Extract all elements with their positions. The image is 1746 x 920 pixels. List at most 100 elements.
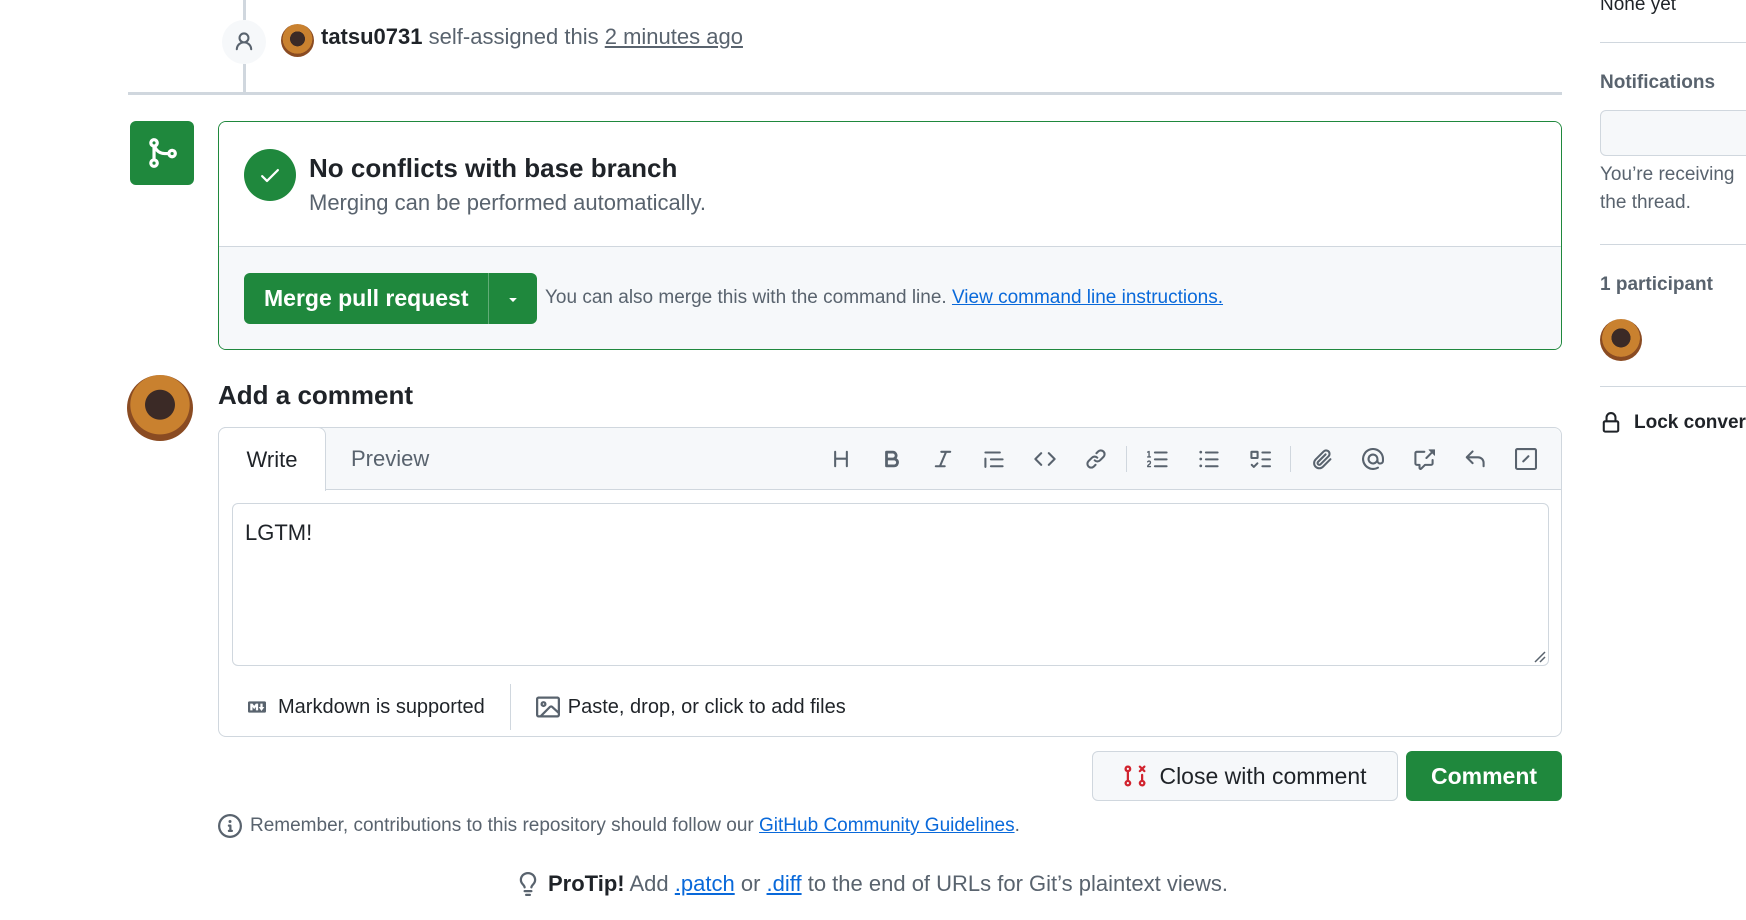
lock-icon <box>1602 412 1620 433</box>
merge-cli-text: You can also merge this with the command… <box>545 287 1223 309</box>
cross-reference-icon <box>1413 449 1435 470</box>
resize-handle-icon[interactable] <box>1532 649 1546 663</box>
task-list-button[interactable] <box>1234 439 1285 479</box>
tab-preview[interactable]: Preview <box>351 428 429 490</box>
merge-subtitle: Merging can be performed automatically. <box>309 190 707 215</box>
avatar[interactable] <box>281 24 314 57</box>
comment-editor: Write Preview LGTM! Markdown is supporte… <box>218 427 1562 737</box>
notifications-subscribe-button[interactable] <box>1600 110 1746 156</box>
protip-label: ProTip! <box>548 871 625 896</box>
unordered-list-icon <box>1198 450 1219 468</box>
merge-status: No conflicts with base branch Merging ca… <box>219 122 1561 247</box>
timeline-event: tatsu0731 self-assigned this 2 minutes a… <box>321 24 743 50</box>
quote-button[interactable] <box>968 439 1019 479</box>
command-line-instructions-link[interactable]: View command line instructions. <box>952 287 1223 308</box>
slash-command-icon <box>1514 448 1537 470</box>
merge-button-group: Merge pull request <box>244 273 538 324</box>
close-with-comment-label: Close with comment <box>1159 762 1367 789</box>
mention-icon <box>1361 448 1384 470</box>
timeline-divider <box>128 92 1562 95</box>
quote-icon <box>983 451 1004 468</box>
diff-link[interactable]: .diff <box>767 871 802 896</box>
notifications-text-2: the thread. <box>1600 192 1691 213</box>
event-action: self-assigned this <box>428 24 599 49</box>
merge-box: No conflicts with base branch Merging ca… <box>218 121 1562 350</box>
add-files-button[interactable]: Paste, drop, or click to add files <box>535 695 846 719</box>
patch-link[interactable]: .patch <box>675 871 735 896</box>
task-list-icon <box>1249 450 1271 468</box>
footer-divider <box>509 684 511 730</box>
formatting-toolbar <box>815 428 1551 490</box>
check-icon <box>244 149 296 201</box>
slash-command-button[interactable] <box>1500 439 1551 479</box>
close-with-comment-button[interactable]: Close with comment <box>1092 751 1398 801</box>
saved-reply-button[interactable] <box>1449 439 1500 479</box>
unordered-list-button[interactable] <box>1183 439 1234 479</box>
link-button[interactable] <box>1070 439 1121 479</box>
editor-footer: Markdown is supported Paste, drop, or cl… <box>219 678 1561 736</box>
sidebar-divider <box>1600 244 1746 245</box>
person-icon <box>222 20 266 64</box>
image-icon <box>535 696 560 718</box>
protip-add: Add <box>629 871 669 896</box>
guidelines-text: Remember, contributions to this reposito… <box>250 815 754 836</box>
attach-icon <box>1312 449 1331 470</box>
bold-button[interactable] <box>866 439 917 479</box>
mention-button[interactable] <box>1347 439 1398 479</box>
git-merge-icon <box>130 121 194 185</box>
toolbar-divider <box>1126 446 1127 472</box>
notifications-text-1: You’re receiving <box>1600 164 1735 185</box>
participants-heading: 1 participant <box>1600 274 1713 295</box>
merge-pull-request-button[interactable]: Merge pull request <box>244 273 488 324</box>
light-bulb-icon <box>519 872 537 896</box>
sidebar-divider <box>1600 42 1746 43</box>
protip: ProTip! Add .patch or .diff to the end o… <box>516 871 1228 897</box>
lock-conversation-label: Lock conver <box>1634 412 1746 433</box>
ordered-list-icon <box>1146 450 1168 468</box>
editor-header: Write Preview <box>218 427 1561 491</box>
merge-title: No conflicts with base branch <box>309 153 678 183</box>
merge-cli-label: You can also merge this with the command… <box>545 287 947 308</box>
heading-icon <box>833 450 848 468</box>
bold-icon <box>884 450 899 468</box>
add-files-label: Paste, drop, or click to add files <box>567 695 846 718</box>
sidebar-divider <box>1600 386 1746 387</box>
attach-button[interactable] <box>1296 439 1347 479</box>
cross-reference-button[interactable] <box>1398 439 1449 479</box>
sidebar: None yet Notifications You’re receiving … <box>1600 0 1746 920</box>
markdown-icon <box>248 701 266 713</box>
markdown-note[interactable]: Markdown is supported <box>244 696 485 719</box>
lock-conversation-button[interactable]: Lock conver <box>1600 412 1746 434</box>
protip-or: or <box>740 871 761 896</box>
username-link[interactable]: tatsu0731 <box>321 24 423 49</box>
merge-options-dropdown[interactable] <box>488 273 537 324</box>
ordered-list-button[interactable] <box>1132 439 1183 479</box>
triangle-down-icon <box>509 297 518 302</box>
git-pull-request-closed-icon <box>1124 765 1146 787</box>
heading-button[interactable] <box>815 439 866 479</box>
add-comment-heading: Add a comment <box>218 380 414 410</box>
timeline-line <box>243 64 246 92</box>
guidelines-end: . <box>1014 815 1020 836</box>
participant-avatar[interactable] <box>1600 319 1642 361</box>
code-icon <box>1033 452 1056 466</box>
timeline-line <box>243 0 246 20</box>
saved-reply-icon <box>1465 450 1485 468</box>
comment-button[interactable]: Comment <box>1406 751 1562 801</box>
current-user-avatar[interactable] <box>127 375 193 441</box>
merge-actions: Merge pull request You can also merge th… <box>219 247 1561 349</box>
milestone-value: None yet <box>1600 0 1677 15</box>
event-time-link[interactable]: 2 minutes ago <box>605 24 743 49</box>
link-icon <box>1085 449 1106 469</box>
comment-textarea[interactable]: LGTM! <box>232 503 1549 666</box>
tab-write[interactable]: Write <box>218 427 326 491</box>
notifications-heading: Notifications <box>1600 72 1716 93</box>
code-button[interactable] <box>1019 439 1070 479</box>
italic-button[interactable] <box>917 439 968 479</box>
guidelines-note: Remember, contributions to this reposito… <box>218 814 1020 838</box>
info-icon <box>218 814 242 838</box>
community-guidelines-link[interactable]: GitHub Community Guidelines <box>759 815 1015 836</box>
protip-rest: to the end of URLs for Git’s plaintext v… <box>807 871 1228 896</box>
markdown-note-label: Markdown is supported <box>278 695 485 718</box>
italic-icon <box>934 450 951 468</box>
